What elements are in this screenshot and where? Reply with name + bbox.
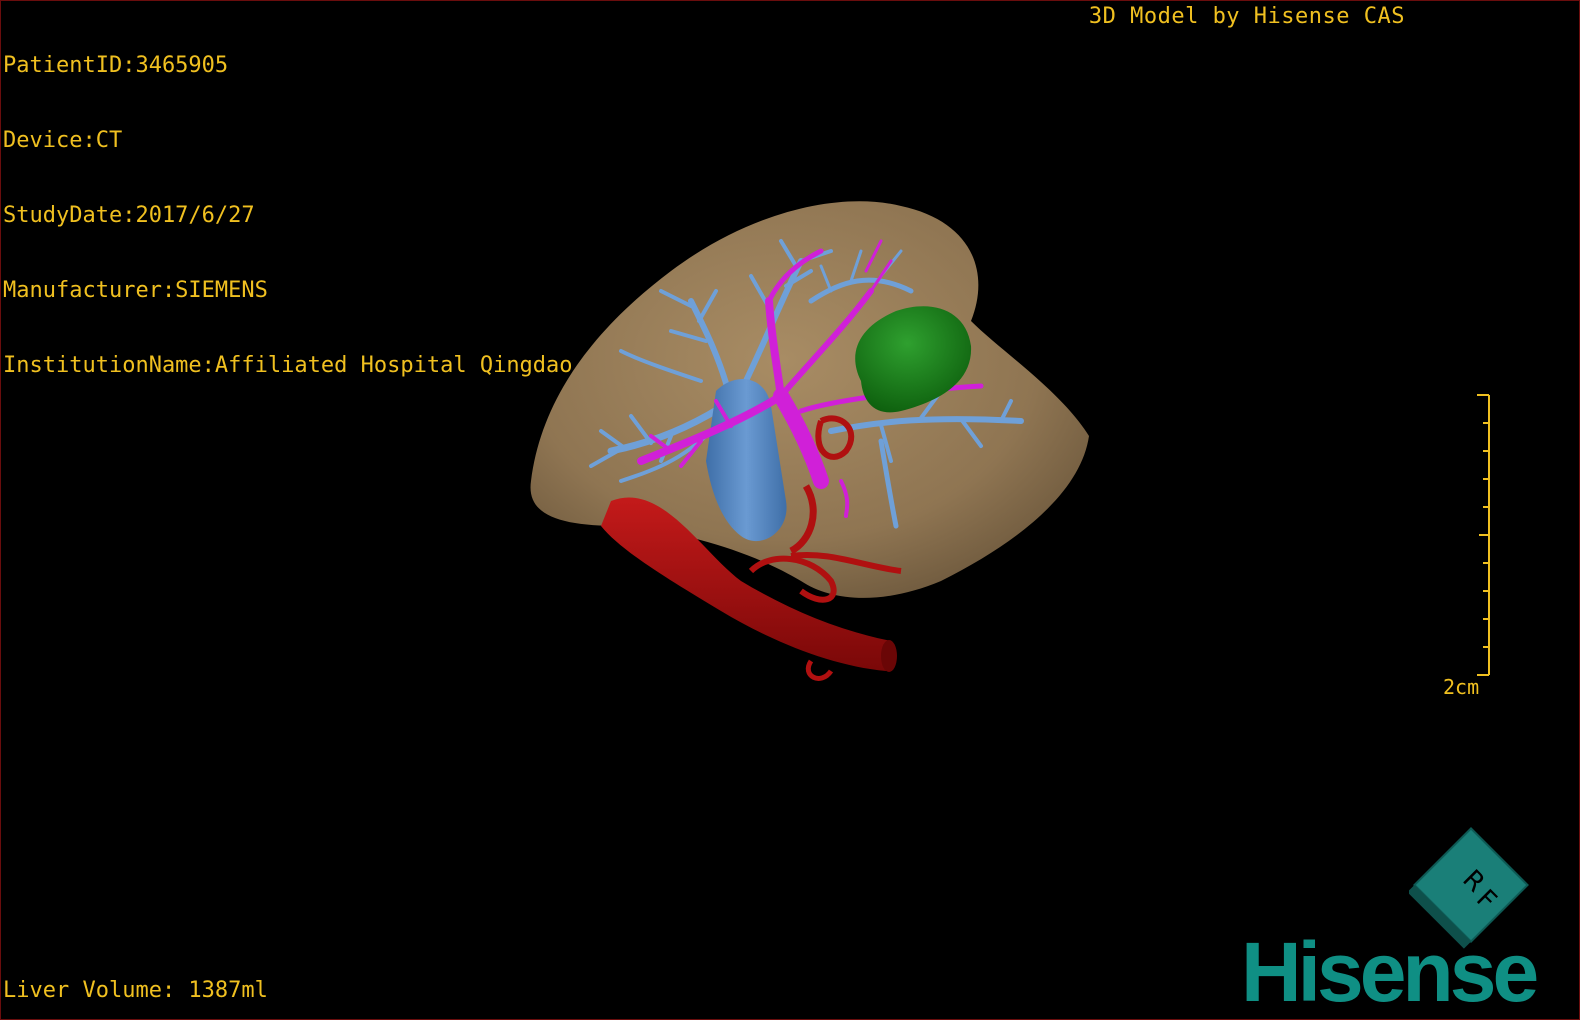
logo-text: Hisense xyxy=(1241,929,1536,1011)
device-text: Device:CT xyxy=(3,128,123,153)
liver-volume-text: Liver Volume: 1387ml xyxy=(3,978,268,1003)
model-brand-caption: 3D Model by Hisense CAS xyxy=(1088,4,1405,29)
liver-3d-model[interactable] xyxy=(501,181,1121,701)
hisense-logo: Hisense xyxy=(1241,929,1540,1011)
scale-bar-label: 2cm xyxy=(1443,675,1480,699)
scale-bar xyxy=(1477,394,1490,676)
patient-id-text: PatientID:3465905 xyxy=(3,53,229,78)
3d-viewport[interactable]: PatientID:3465905 Device:CT StudyDate:20… xyxy=(0,0,1580,1020)
